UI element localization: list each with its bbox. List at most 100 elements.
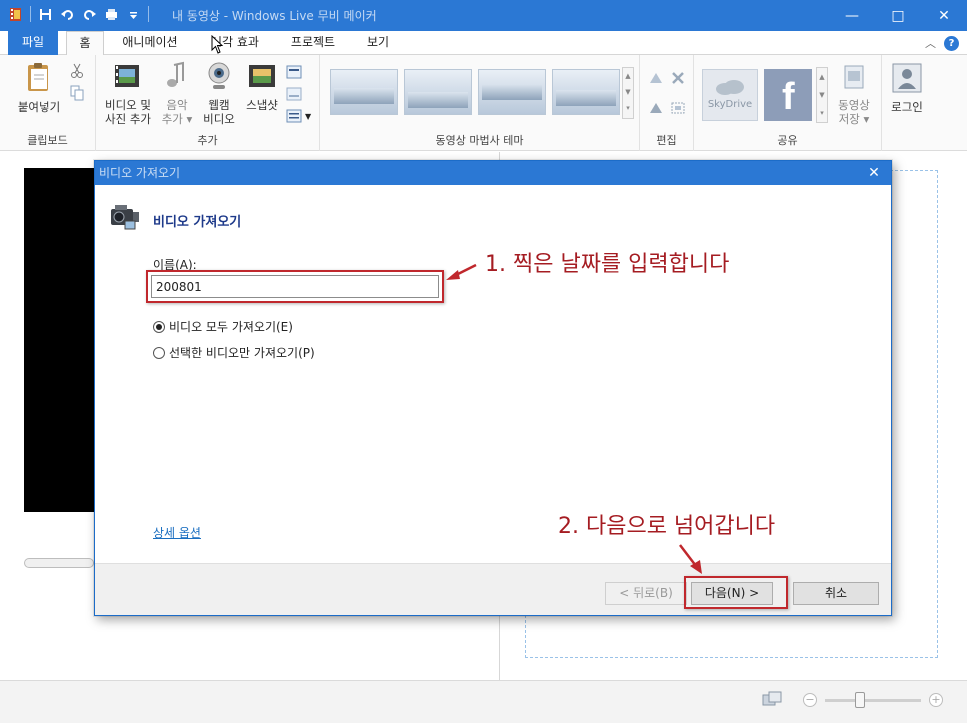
paste-icon — [28, 63, 48, 91]
add-music-label-2: 추가 ▾ — [161, 112, 193, 126]
dialog-close-button[interactable]: ✕ — [857, 161, 891, 185]
print-icon[interactable] — [104, 7, 119, 22]
save-movie-button[interactable]: 동영상 저장 ▾ — [832, 63, 876, 126]
advanced-options-link[interactable]: 상세 옵션 — [153, 524, 201, 541]
group-label-edit: 편집 — [656, 134, 677, 147]
radio-import-all-dot[interactable] — [153, 320, 165, 333]
undo-icon[interactable] — [60, 7, 75, 22]
select-all-icon[interactable] — [670, 101, 686, 115]
thumbnail-size-icon[interactable] — [762, 691, 782, 709]
title-bar: 내 동영상 - Windows Live 무비 메이커 — □ ✕ — [0, 0, 967, 31]
cut-icon[interactable] — [70, 63, 84, 79]
zoom-slider[interactable] — [825, 691, 921, 708]
arrow-step2-icon — [679, 544, 702, 574]
paste-button[interactable]: 붙여넣기 — [12, 61, 66, 114]
mouse-cursor-icon — [211, 35, 224, 54]
tab-home[interactable]: 홈 — [66, 31, 104, 56]
close-button[interactable]: ✕ — [921, 0, 967, 31]
zoom-out-icon[interactable]: − — [803, 693, 817, 707]
group-share: SkyDrive f ▲ ▼ ▾ 동영상 저장 ▾ 공유 — [694, 55, 882, 151]
copy-icon[interactable] — [70, 85, 84, 101]
radio-import-all[interactable]: 비디오 모두 가져오기(E) — [153, 318, 293, 335]
paste-label: 붙여넣기 — [17, 100, 61, 114]
login-label: 로그인 — [891, 100, 923, 114]
collapse-ribbon-icon[interactable]: ︿ — [925, 35, 936, 51]
add-video-label-2: 사진 추가 — [105, 112, 151, 126]
theme-thumb-1[interactable] — [330, 69, 398, 115]
group-add: 비디오 및 사진 추가 음악 추가 ▾ 웹캠 비디오 스냅샷 ▼ 추가 — [96, 55, 320, 151]
credits-dropdown-icon: ▼ — [305, 111, 312, 121]
group-edit: 편집 — [640, 55, 694, 151]
ribbon-tab-row: 파일 홈 애니메이션 시각 효과 프로젝트 보기 ︿ ? — [0, 31, 967, 56]
gallery-up-icon[interactable]: ▲ — [623, 68, 633, 84]
skydrive-cloud-icon — [716, 80, 744, 95]
rotate-left-icon[interactable] — [648, 71, 664, 85]
redo-icon[interactable] — [82, 7, 97, 22]
highlight-box-name — [146, 270, 444, 303]
cancel-button[interactable]: 취소 — [793, 582, 879, 605]
tab-animation[interactable]: 애니메이션 — [112, 31, 188, 55]
add-video-photo-icon — [115, 65, 139, 87]
tab-project[interactable]: 프로젝트 — [280, 31, 346, 55]
callout-step1: 1. 찍은 날짜를 입력합니다 — [485, 252, 730, 277]
group-clipboard: 붙여넣기 클립보드 — [0, 55, 96, 151]
zoom-in-icon[interactable]: + — [929, 693, 943, 707]
camcorder-icon — [111, 205, 139, 230]
group-label-add: 추가 — [197, 134, 218, 147]
radio-import-selected-dot[interactable] — [153, 346, 165, 359]
qat-dropdown-icon[interactable] — [126, 7, 141, 22]
back-button[interactable]: < 뒤로(B) — [605, 582, 687, 605]
save-icon[interactable] — [38, 7, 53, 22]
facebook-icon: f — [782, 76, 795, 118]
theme-thumb-4[interactable] — [552, 69, 620, 115]
maximize-button[interactable]: □ — [875, 0, 921, 31]
add-music-button[interactable]: 음악 추가 ▾ — [160, 61, 194, 126]
theme-thumb-2[interactable] — [404, 69, 472, 115]
snapshot-button[interactable]: 스냅샷 — [242, 61, 282, 112]
caption-icon[interactable] — [286, 87, 302, 101]
remove-icon[interactable] — [670, 71, 686, 85]
snapshot-label: 스냅샷 — [246, 98, 278, 112]
webcam-icon — [208, 62, 230, 89]
radio-import-selected-label: 선택한 비디오만 가져오기(P) — [169, 346, 315, 360]
add-video-label-1: 비디오 및 — [105, 98, 151, 112]
add-video-photo-button[interactable]: 비디오 및 사진 추가 — [100, 61, 156, 126]
highlight-box-next — [684, 576, 788, 609]
login-button[interactable]: 로그인 — [886, 63, 928, 114]
group-login: 로그인 — [882, 55, 932, 151]
qat-separator — [30, 6, 31, 22]
arrow-step1-icon — [446, 263, 477, 280]
save-movie-label-2: 저장 ▾ — [838, 112, 870, 126]
gallery-more-icon[interactable]: ▾ — [623, 100, 633, 116]
webcam-video-button[interactable]: 웹캠 비디오 — [200, 61, 238, 126]
preview-seek-slider[interactable] — [24, 558, 94, 568]
window-title: 내 동영상 - Windows Live 무비 메이커 — [172, 9, 377, 23]
app-film-icon[interactable] — [8, 7, 23, 22]
skydrive-button[interactable]: SkyDrive — [702, 69, 758, 121]
ribbon: 붙여넣기 클립보드 비디오 및 사진 추가 음악 추가 ▾ 웹캠 비디오 스냅샷 — [0, 55, 967, 151]
share-gallery-scroll[interactable]: ▲ ▼ ▾ — [816, 67, 828, 123]
radio-import-all-label: 비디오 모두 가져오기(E) — [169, 320, 293, 334]
dialog-title: 비디오 가져오기 — [95, 161, 891, 185]
group-themes: ▲ ▼ ▾ 동영상 마법사 테마 — [320, 55, 640, 151]
tab-file[interactable]: 파일 — [8, 31, 58, 55]
minimize-button[interactable]: — — [829, 0, 875, 31]
tab-view[interactable]: 보기 — [356, 31, 400, 55]
theme-gallery-scroll[interactable]: ▲ ▼ ▾ — [622, 67, 634, 119]
save-movie-icon — [844, 65, 864, 89]
theme-thumb-3[interactable] — [478, 69, 546, 115]
facebook-button[interactable]: f — [764, 69, 812, 121]
help-icon[interactable]: ? — [944, 35, 959, 51]
add-music-label-1: 음악 — [166, 98, 188, 112]
skydrive-label: SkyDrive — [707, 99, 753, 110]
save-movie-label-1: 동영상 — [838, 98, 870, 112]
title-icon[interactable] — [286, 65, 302, 79]
group-label-themes: 동영상 마법사 테마 — [435, 134, 524, 147]
credits-button[interactable]: ▼ — [286, 109, 311, 123]
gallery-down-icon[interactable]: ▼ — [623, 84, 633, 100]
radio-import-selected[interactable]: 선택한 비디오만 가져오기(P) — [153, 344, 315, 361]
zoom-slider-thumb[interactable] — [855, 691, 865, 708]
snapshot-icon — [249, 65, 275, 87]
import-video-dialog: 비디오 가져오기 ✕ 비디오 가져오기 이름(A): 비디오 모두 가져오기(E… — [94, 160, 892, 616]
rotate-right-icon[interactable] — [648, 101, 664, 115]
